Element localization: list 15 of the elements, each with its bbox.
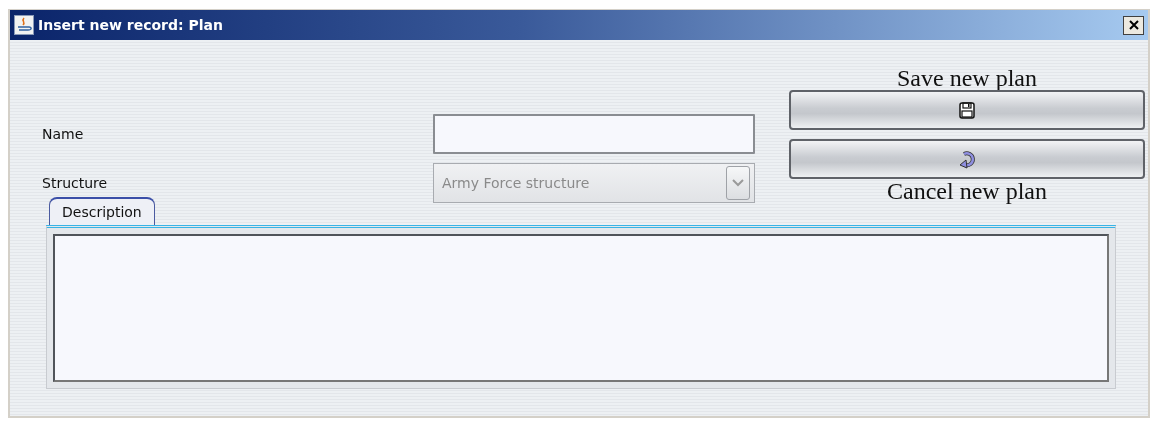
undo-arrow-icon xyxy=(958,149,976,169)
cancel-button[interactable] xyxy=(789,139,1145,179)
save-button[interactable] xyxy=(789,90,1145,130)
close-button[interactable] xyxy=(1123,15,1144,35)
tab[interactable]: Description xyxy=(49,197,155,225)
field-label: Structure xyxy=(42,175,108,191)
dropdown-value: Army Force structure xyxy=(442,175,590,191)
field-label: Name xyxy=(42,126,84,142)
chevron-down-icon xyxy=(732,179,744,187)
close-icon xyxy=(1128,20,1139,30)
button-caption: Cancel new plan xyxy=(887,179,1047,203)
app-icon xyxy=(14,15,34,35)
name-field[interactable] xyxy=(433,114,755,154)
window-title: Insert new record: Plan xyxy=(38,17,224,33)
button-caption: Save new plan xyxy=(897,66,1037,90)
